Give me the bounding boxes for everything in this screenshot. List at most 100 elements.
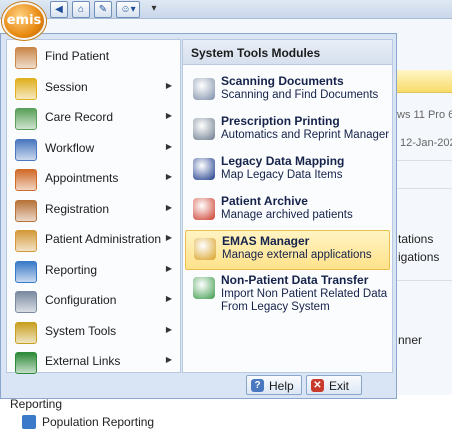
key-icon	[15, 77, 37, 100]
menu-item-appointments[interactable]: Appointments ▶	[7, 163, 180, 194]
menu-item-label: External Links	[45, 354, 121, 368]
exit-icon: ✕	[311, 379, 324, 392]
printer-icon	[193, 118, 215, 140]
submenu-item-description: Scanning and Find Documents	[221, 89, 379, 101]
submenu-item-description: From Legacy System	[221, 301, 330, 313]
background-date: 12-Jan-202	[400, 137, 452, 149]
menu-item-reporting[interactable]: Reporting ▶	[7, 255, 180, 286]
submenu-pane: System Tools Modules Scanning Documents S…	[182, 39, 393, 373]
menu-item-workflow[interactable]: Workflow ▶	[7, 133, 180, 164]
submenu-arrow-icon: ▶	[165, 355, 172, 364]
submenu-item-description: Import Non Patient Related Data	[221, 288, 388, 300]
submenu-item-description: Manage archived patients	[221, 209, 353, 221]
exit-button[interactable]: ✕ Exit	[306, 375, 362, 395]
submenu-arrow-icon: ▶	[165, 80, 172, 90]
emis-logo[interactable]: emis	[2, 2, 46, 40]
edit-icon[interactable]: ✎	[94, 1, 112, 18]
population-reporting-link[interactable]: Population Reporting	[42, 415, 154, 429]
menu-item-label: Patient Administration	[45, 232, 162, 246]
at-icon	[193, 158, 215, 180]
background-text: tations	[398, 232, 434, 246]
registration-icon	[15, 199, 37, 222]
submenu-item-title: Non-Patient Data Transfer	[221, 273, 369, 287]
submenu-arrow-icon: ▶	[165, 202, 172, 212]
background-bottom-panel: Reporting Population Reporting	[0, 395, 452, 445]
submenu-item-patient-archive[interactable]: Patient Archive Manage archived patients	[185, 191, 390, 231]
patient-archive-icon	[193, 198, 215, 220]
help-label: Help	[269, 379, 294, 393]
quick-access-toolbar: ◀ ⌂ ✎ ☺▾ ▾	[0, 0, 452, 19]
submenu-title: System Tools Modules	[191, 46, 321, 60]
submenu-arrow-icon: ▶	[165, 233, 172, 242]
menu-item-configuration[interactable]: Configuration ▶	[7, 285, 180, 316]
data-transfer-icon	[193, 277, 215, 299]
toolbar-dropdown-icon[interactable]: ▾	[146, 1, 162, 16]
menu-item-label: System Tools	[45, 323, 117, 338]
submenu-item-title: EMAS Manager	[222, 234, 310, 248]
background-text: igations	[398, 250, 440, 264]
menu-item-label: Appointments	[45, 171, 119, 185]
menu-item-label: Reporting	[45, 262, 98, 277]
submenu-arrow-icon: ▶	[165, 172, 172, 181]
person-search-icon	[15, 47, 37, 69]
submenu-item-title: Scanning Documents	[221, 74, 344, 88]
submenu-arrow-icon: ▶	[165, 111, 172, 120]
submenu-header: System Tools Modules	[183, 40, 392, 65]
submenu-arrow-icon: ▶	[165, 324, 172, 334]
menu-item-label: Workflow	[45, 140, 95, 155]
submenu-item-title: Legacy Data Mapping	[221, 154, 345, 168]
menu-item-session[interactable]: Session ▶	[7, 72, 180, 103]
exit-label: Exit	[329, 379, 350, 393]
care-record-icon	[15, 108, 37, 130]
menu-item-patient-administration[interactable]: Patient Administration ▶	[7, 224, 180, 255]
menu-item-label: Find Patient	[45, 49, 110, 63]
menu-item-external-links[interactable]: External Links ▶	[7, 346, 180, 377]
calendar-icon	[15, 169, 37, 191]
population-reporting-icon	[22, 415, 36, 429]
submenu-item-title: Prescription Printing	[221, 114, 340, 128]
submenu-item-scanning-documents[interactable]: Scanning Documents Scanning and Find Docu…	[185, 71, 390, 111]
user-options-icon[interactable]: ☺▾	[116, 1, 140, 18]
menu-footer: ? Help ✕ Exit	[6, 375, 392, 395]
submenu-item-description: Manage external applications	[222, 249, 372, 261]
submenu-item-description: Automatics and Reprint Manager	[221, 129, 390, 141]
lock-icon	[194, 238, 216, 260]
scanner-icon	[193, 78, 215, 100]
background-text: ws 11 Pro 64	[397, 109, 452, 121]
application-menu: Find Patient Session ▶ Care Record ▶ Workflow…	[0, 33, 397, 399]
submenu-item-title: Patient Archive	[221, 194, 308, 208]
background-ribbon-highlight	[395, 70, 452, 93]
submenu-item-description: Map Legacy Data Items	[221, 169, 343, 181]
divider	[395, 280, 452, 281]
menu-item-label: Session	[45, 79, 88, 94]
background-text: nner	[398, 333, 423, 347]
back-icon[interactable]: ◀	[50, 1, 68, 18]
menu-item-care-record[interactable]: Care Record ▶	[7, 102, 180, 133]
pencil-icon	[15, 321, 37, 344]
reporting-icon	[15, 260, 37, 283]
globe-icon	[15, 352, 37, 374]
patient-admin-icon	[15, 230, 37, 252]
submenu-arrow-icon: ▶	[165, 263, 172, 273]
workflow-icon	[15, 138, 37, 161]
help-icon: ?	[251, 379, 264, 392]
submenu-item-prescription-printing[interactable]: Prescription Printing Automatics and Repr…	[185, 111, 390, 151]
menu-item-label: Registration	[45, 201, 110, 216]
submenu-item-legacy-data-mapping[interactable]: Legacy Data Mapping Map Legacy Data Items	[185, 151, 390, 191]
configuration-icon	[15, 291, 37, 313]
submenu-arrow-icon: ▶	[165, 294, 172, 303]
menu-item-registration[interactable]: Registration ▶	[7, 194, 180, 225]
submenu-item-non-patient-data-transfer[interactable]: Non-Patient Data Transfer Import Non Pati…	[185, 270, 390, 320]
menu-item-label: Care Record	[45, 110, 114, 124]
help-button[interactable]: ? Help	[246, 375, 302, 395]
menu-left-pane: Find Patient Session ▶ Care Record ▶ Workflow…	[6, 39, 181, 374]
submenu-item-emas-manager[interactable]: EMAS Manager Manage external applications	[185, 230, 390, 270]
home-icon[interactable]: ⌂	[72, 1, 90, 18]
menu-item-find-patient[interactable]: Find Patient	[7, 41, 180, 72]
submenu-arrow-icon: ▶	[165, 141, 172, 151]
divider	[395, 160, 452, 161]
menu-item-label: Configuration	[45, 293, 117, 307]
divider	[395, 188, 452, 189]
menu-item-system-tools[interactable]: System Tools ▶	[7, 316, 180, 347]
section-title: Reporting	[10, 397, 63, 411]
